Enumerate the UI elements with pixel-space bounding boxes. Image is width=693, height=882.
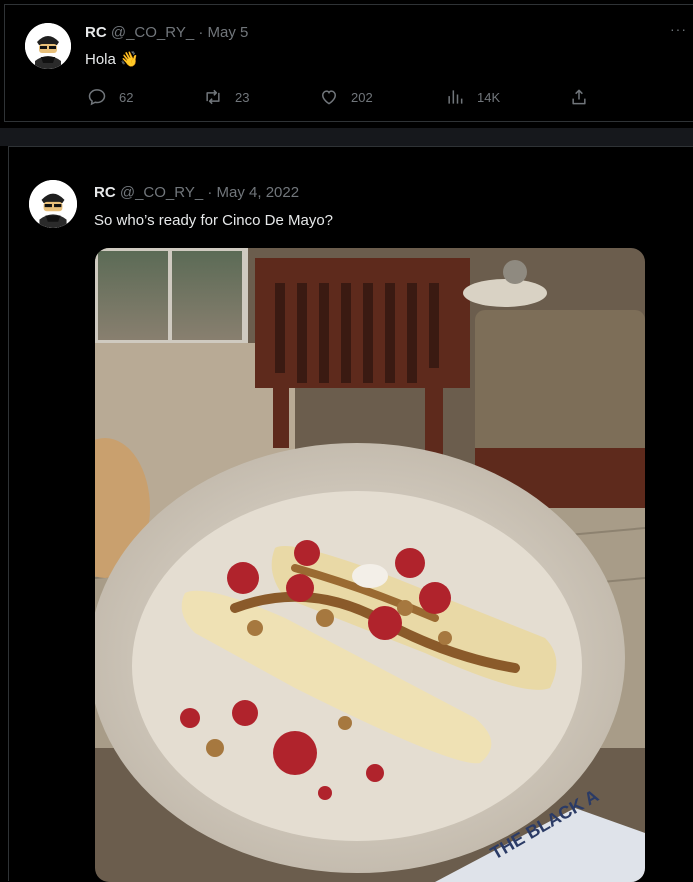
tweet-text: Hola 👋: [85, 51, 139, 68]
user-handle[interactable]: @_CO_RY_: [111, 24, 194, 41]
reply-button[interactable]: 62: [87, 85, 133, 109]
avatar-image: [25, 23, 71, 69]
avatar-image: [29, 180, 77, 228]
tweet-header: RC @_CO_RY_ · May 5: [85, 24, 248, 41]
tweet-2[interactable]: RC @_CO_RY_ · May 4, 2022 So who’s ready…: [8, 146, 693, 882]
like-count: 202: [351, 89, 373, 105]
reply-icon: [88, 89, 106, 106]
tweet-actions: 62 23 202 14K: [87, 85, 607, 109]
views-icon: [448, 90, 463, 104]
tweet-text: So who’s ready for Cinco De Mayo?: [94, 212, 334, 229]
timeline-divider: [0, 128, 693, 146]
tweet-header: RC @_CO_RY_ · May 4, 2022: [94, 184, 299, 201]
separator-dot: ·: [198, 24, 204, 41]
display-name[interactable]: RC: [94, 184, 116, 201]
reply-count: 62: [119, 89, 134, 105]
tweet-photo[interactable]: THE BLACK A: [95, 248, 645, 882]
tweet-date[interactable]: May 5: [208, 24, 249, 41]
tweet-1[interactable]: RC @_CO_RY_ · May 5 ··· Hola 👋 62 23 202…: [4, 4, 693, 122]
retweet-icon: [206, 89, 220, 105]
like-icon: [321, 90, 337, 105]
retweet-count: 23: [235, 89, 250, 105]
avatar[interactable]: [25, 23, 71, 69]
separator-dot: ·: [207, 184, 213, 201]
display-name[interactable]: RC: [85, 24, 107, 41]
avatar[interactable]: [29, 180, 77, 228]
user-handle[interactable]: @_CO_RY_: [120, 184, 203, 201]
retweet-button[interactable]: 23: [203, 85, 249, 109]
share-button[interactable]: [569, 85, 601, 109]
banana-split-photo: THE BLACK A: [95, 248, 645, 882]
share-icon: [572, 89, 586, 105]
tweet-date[interactable]: May 4, 2022: [217, 184, 300, 201]
view-count: 14K: [477, 89, 501, 105]
more-icon[interactable]: ···: [670, 21, 687, 37]
like-button[interactable]: 202: [319, 85, 373, 109]
views-button[interactable]: 14K: [445, 85, 500, 109]
